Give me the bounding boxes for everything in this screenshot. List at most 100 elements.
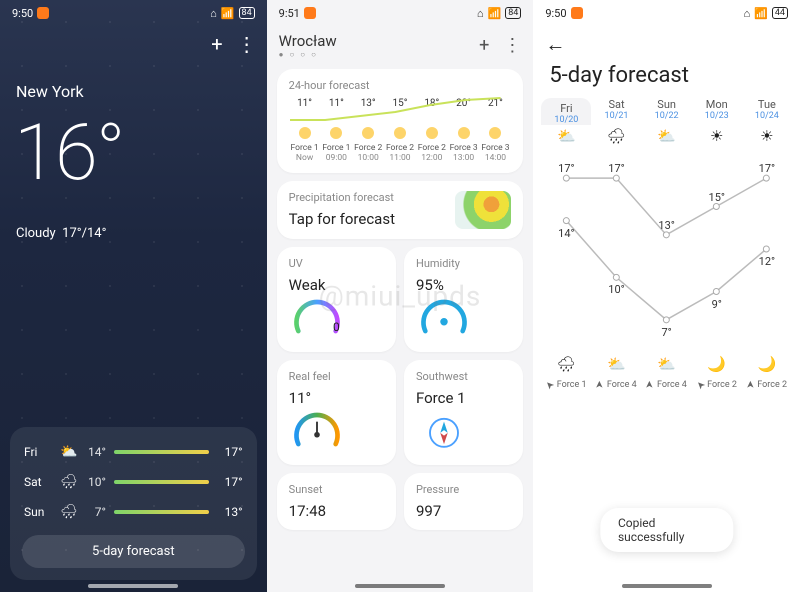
forecast-row[interactable]: Sat 🌧 10° 17°: [22, 467, 245, 497]
card-title: Pressure: [416, 483, 511, 496]
hour-time: 11:00: [384, 153, 416, 163]
day-name: Tue: [742, 98, 792, 111]
day-column[interactable]: Mon10/23: [692, 98, 742, 125]
uv-card[interactable]: UV Weak 0: [277, 247, 396, 352]
add-location-button[interactable]: +: [479, 35, 489, 56]
forecast-lo: 14°: [80, 445, 106, 459]
chart-low-label: 7°: [661, 326, 671, 339]
card-title: 24-hour forecast: [289, 79, 512, 92]
sun-icon: [299, 127, 311, 139]
night-weather-icon: ⛅: [642, 355, 692, 373]
city-name: New York: [16, 82, 84, 101]
chart-high-label: 13°: [658, 219, 674, 232]
five-day-forecast-button[interactable]: 5-day forecast: [22, 535, 245, 568]
page-indicator: ● ○ ○ ○: [279, 50, 337, 59]
night-weather-icon: 🌙: [692, 355, 742, 373]
card-title: Sunset: [289, 483, 384, 496]
forecast-row[interactable]: Sun 🌧 7° 13°: [22, 497, 245, 527]
card-value: 997: [416, 502, 511, 520]
day-column[interactable]: Sun10/22: [642, 98, 692, 125]
hour-time: 12:00: [416, 153, 448, 163]
weather-icon: 🌧: [58, 504, 80, 520]
feel-gauge-icon: [289, 411, 345, 451]
city-name[interactable]: Wrocław: [279, 32, 337, 50]
day-name: Sun: [642, 98, 692, 111]
wind-arrow-icon: ➤: [544, 378, 558, 392]
more-menu-button[interactable]: ⋮: [503, 35, 521, 56]
night-weather-icon: ⛅: [591, 355, 641, 373]
humidity-card[interactable]: Humidity 95%: [404, 247, 523, 352]
hourly-forecast-card[interactable]: 24-hour forecast 11° Force 1 Now11° Forc…: [277, 69, 524, 173]
night-weather-icon: 🌙: [742, 355, 792, 373]
forecast-row[interactable]: Fri ⛅ 14° 17°: [22, 437, 245, 467]
hour-wind: Force 3: [480, 143, 512, 153]
weather-icon: 🌧: [58, 474, 80, 490]
card-value: 11°: [289, 389, 384, 407]
day-weather-icon: 🌧: [591, 127, 641, 145]
hour-time: Now: [289, 153, 321, 163]
more-menu-button[interactable]: ⋮: [237, 32, 257, 56]
weather-icon: ⛅: [58, 444, 80, 460]
day-weather-icon: ⛅: [541, 127, 591, 145]
card-value: Force 1: [416, 389, 511, 407]
compass-icon: [416, 411, 472, 451]
wind-value: ➤ Force 4: [591, 379, 641, 390]
sunset-card[interactable]: Sunset 17:48: [277, 473, 396, 530]
wind-arrow-icon: ➤: [595, 380, 606, 388]
pressure-card[interactable]: Pressure 997: [404, 473, 523, 530]
status-bar: 9:50 ⌂ 📶 44: [533, 0, 800, 26]
day-name: Fri: [541, 102, 591, 115]
forecast-day: Sat: [24, 475, 58, 489]
condition-text: Cloudy 17°/14°: [16, 226, 106, 241]
home-indicator: [622, 584, 712, 588]
wind-card[interactable]: Southwest Force 1: [404, 360, 523, 465]
page-title: 5-day forecast: [533, 57, 800, 98]
day-date: 10/21: [591, 111, 641, 121]
day-column[interactable]: Tue10/24: [742, 98, 792, 125]
precipitation-card[interactable]: Precipitation forecast Tap for forecast: [277, 181, 524, 239]
chart-high-label: 17°: [759, 162, 775, 175]
wind-value: ➤ Force 1: [541, 379, 591, 390]
day-column[interactable]: Fri10/20: [541, 98, 591, 125]
card-title: Real feel: [289, 370, 384, 383]
forecast-hi: 13°: [217, 505, 243, 519]
wind-arrow-icon: ➤: [694, 378, 708, 392]
add-location-button[interactable]: +: [211, 32, 222, 56]
wind-value: ➤ Force 4: [642, 379, 692, 390]
chart-high-label: 17°: [558, 162, 574, 175]
day-name: Mon: [692, 98, 742, 111]
card-value: 17:48: [289, 502, 384, 520]
day-column[interactable]: Sat10/21: [591, 98, 641, 125]
chart-high-label: 17°: [608, 162, 624, 175]
day-date: 10/22: [642, 111, 692, 121]
humidity-gauge-icon: [416, 298, 472, 338]
chart-low-label: 9°: [712, 298, 722, 311]
hour-wind: Force 1: [320, 143, 352, 153]
sun-icon: [394, 127, 406, 139]
hour-time: 10:00: [352, 153, 384, 163]
sun-icon: [458, 127, 470, 139]
hour-wind: Force 2: [416, 143, 448, 153]
card-title: UV: [289, 257, 384, 270]
five-day-chart: 17°14°17°10°13°7°15°9°17°12°: [541, 149, 792, 349]
chart-high-label: 15°: [709, 191, 725, 204]
temp-range-bar: [114, 450, 209, 454]
precip-map-icon: [455, 191, 511, 229]
home-indicator: [355, 584, 445, 588]
forecast-day: Fri: [24, 445, 58, 459]
forecast-card: Fri ⛅ 14° 17°Sat 🌧 10° 17°Sun 🌧 7° 13° 5…: [10, 427, 257, 580]
forecast-day: Sun: [24, 505, 58, 519]
hour-wind: Force 2: [384, 143, 416, 153]
back-button[interactable]: ←: [533, 26, 800, 57]
hour-time: 09:00: [320, 153, 352, 163]
day-date: 10/20: [541, 115, 591, 125]
real-feel-card[interactable]: Real feel 11°: [277, 360, 396, 465]
hourly-chart: [285, 95, 516, 125]
home-indicator: [88, 584, 178, 588]
temp-range-bar: [114, 480, 209, 484]
rec-indicator-icon: [571, 7, 583, 19]
cast-icon: ⌂: [477, 7, 484, 20]
wind-value: ➤ Force 2: [742, 379, 792, 390]
sun-icon: [362, 127, 374, 139]
sun-icon: [489, 127, 501, 139]
